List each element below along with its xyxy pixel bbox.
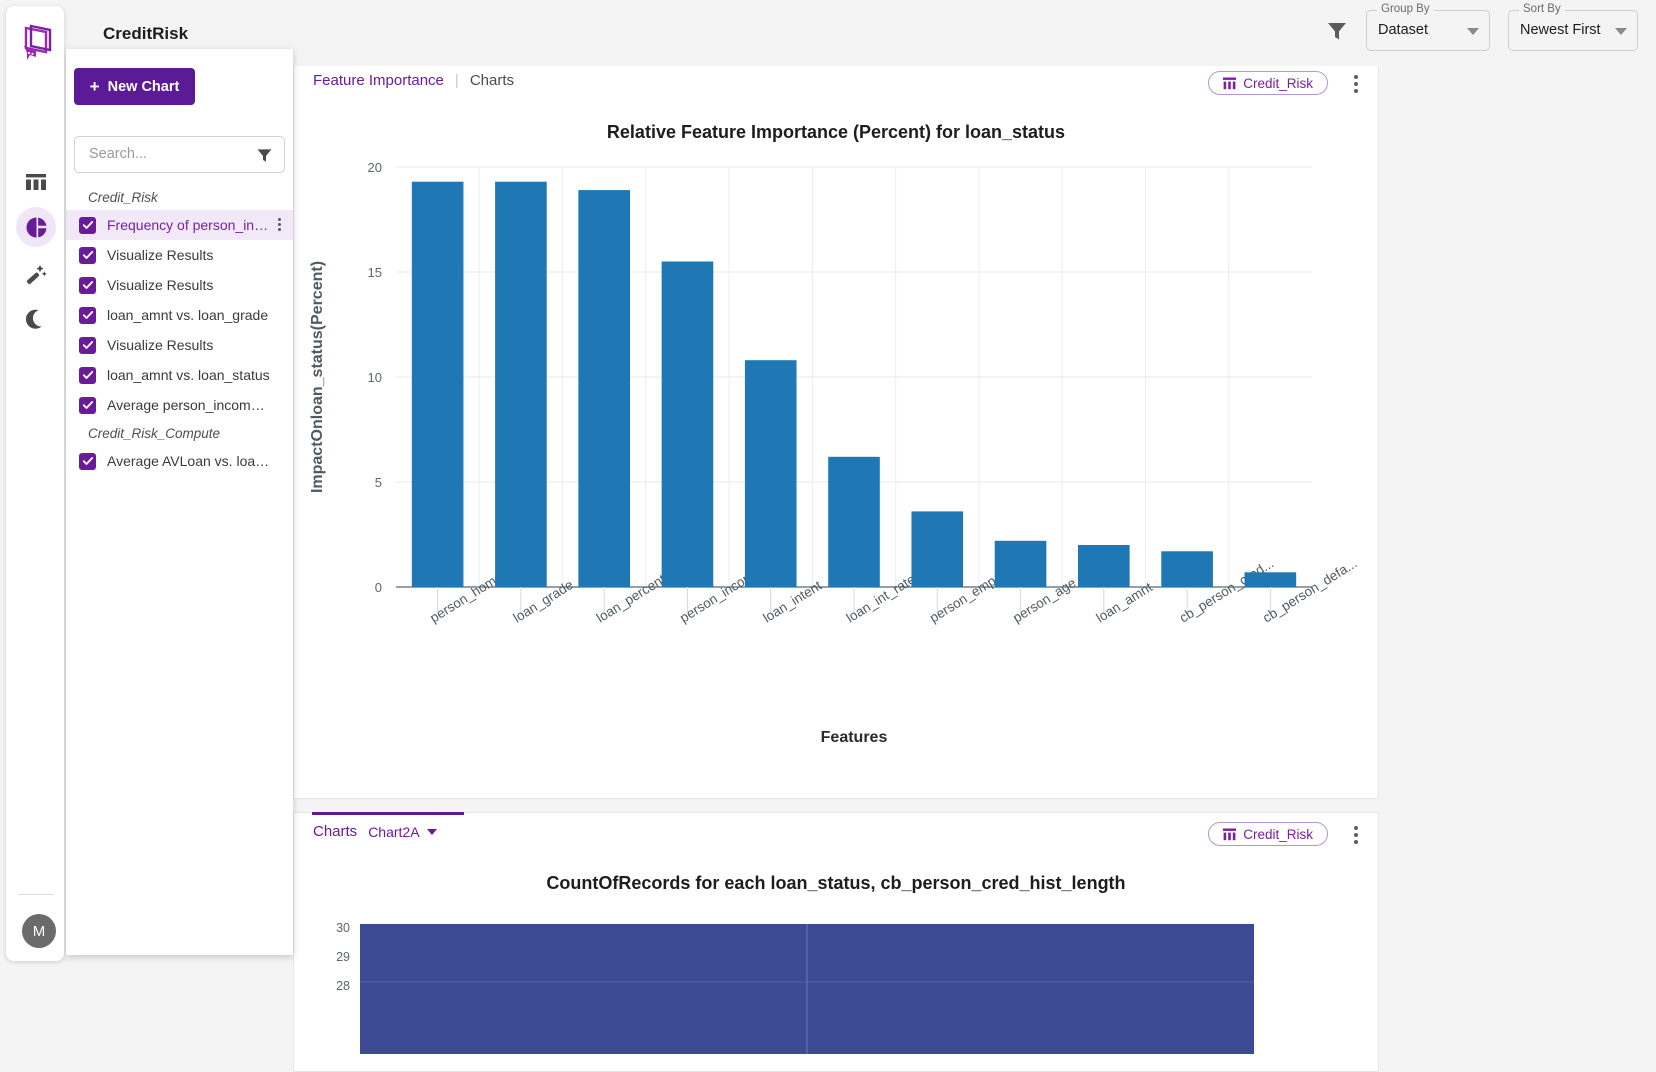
list-item-label: Visualize Results xyxy=(107,247,214,263)
dataset-pill-label: Credit_Risk xyxy=(1243,75,1313,91)
svg-text:Features: Features xyxy=(821,729,888,746)
dataset-pill[interactable]: Credit_Risk xyxy=(1208,71,1328,95)
list-item-label: loan_amnt vs. loan_grade xyxy=(107,307,269,323)
panel-menu-button[interactable] xyxy=(1354,75,1358,93)
svg-text:5: 5 xyxy=(375,475,382,490)
new-chart-button[interactable]: + New Chart xyxy=(74,68,195,105)
dataset-icon xyxy=(1223,828,1237,840)
svg-text:cb_person_defa...: cb_person_defa... xyxy=(1260,556,1360,626)
chart-group-label: Credit_Risk xyxy=(88,189,158,205)
checkbox-checked-icon[interactable] xyxy=(79,366,96,384)
funnel-icon[interactable] xyxy=(1326,20,1348,42)
chart-title: Relative Feature Importance (Percent) fo… xyxy=(606,122,1066,142)
dataset-pill-2[interactable]: Credit_Risk xyxy=(1208,822,1328,846)
list-item-label: Visualize Results xyxy=(107,337,214,353)
chart-list: Credit_Risk Frequency of person_inc... Vis… xyxy=(66,184,293,476)
list-item-label: Visualize Results xyxy=(107,277,214,293)
bar-chart-svg: 05101520person_home_o...loan_grade loan_p… xyxy=(309,160,1360,746)
dataset-pill-label-2: Credit_Risk xyxy=(1243,826,1313,842)
svg-text:28: 28 xyxy=(336,979,350,993)
page-title: CreditRisk xyxy=(103,24,189,43)
checkbox-checked-icon[interactable] xyxy=(79,246,96,264)
app-logo-icon xyxy=(17,22,55,66)
tab-separator: | xyxy=(454,72,459,89)
panel2-tabs: Charts Chart2A xyxy=(313,823,437,840)
panel2-menu-button[interactable] xyxy=(1354,826,1358,844)
topbar-controls: Group By Dataset Sort By Newest First xyxy=(1326,3,1638,51)
list-item[interactable]: Visualize Results xyxy=(66,270,293,300)
chart-group-label: Credit_Risk_Compute xyxy=(88,425,221,441)
bar-chart-2-svg: 30 29 28 xyxy=(336,921,1254,1054)
sidebar-item-table[interactable] xyxy=(16,162,56,202)
panel-header-2: Charts Chart2A Credit_Risk xyxy=(294,812,1378,859)
tab-chart2a[interactable]: Chart2A xyxy=(368,824,419,840)
sort-by-select[interactable]: Sort By Newest First xyxy=(1508,3,1638,51)
chart-title-2: CountOfRecords for each loan_status, cb_… xyxy=(546,873,1126,893)
svg-text:20: 20 xyxy=(368,160,382,175)
rail-divider xyxy=(18,894,54,895)
svg-text:10: 10 xyxy=(368,370,382,385)
sidebar-item-charts[interactable] xyxy=(16,207,56,247)
panel-chart2a: Charts Chart2A Credit_Risk CountOfRecord… xyxy=(293,812,1379,1072)
list-item-label: loan_amnt vs. loan_status xyxy=(107,367,270,383)
plus-icon: + xyxy=(89,77,100,96)
panel-tabs: Feature Importance | Charts xyxy=(313,72,514,89)
checkbox-checked-icon[interactable] xyxy=(79,336,96,354)
sort-by-label: Sort By xyxy=(1519,3,1565,15)
group-by-label: Group By xyxy=(1377,3,1434,15)
feature-importance-chart: 0 5 10 15 20 person_home_o... loan_grade loan_p… xyxy=(294,143,1378,808)
panel-header: Feature Importance | Charts Credit_Risk xyxy=(294,61,1378,108)
panel-feature-importance: Feature Importance | Charts Credit_Risk … xyxy=(293,61,1379,799)
svg-text:15: 15 xyxy=(368,265,382,280)
list-item[interactable]: Frequency of person_inc... xyxy=(66,210,293,240)
magic-wand-icon xyxy=(26,265,47,285)
list-item[interactable]: loan_amnt vs. loan_status xyxy=(66,360,293,390)
svg-text:30: 30 xyxy=(336,921,350,935)
list-item-menu-button[interactable] xyxy=(278,218,282,231)
checkbox-checked-icon[interactable] xyxy=(79,452,96,470)
chevron-down-icon xyxy=(1467,28,1479,35)
checkbox-checked-icon[interactable] xyxy=(79,306,96,324)
tab-feature-importance[interactable]: Feature Importance xyxy=(313,72,444,89)
list-item[interactable]: loan_amnt vs. loan_grade xyxy=(66,300,293,330)
left-icon-rail: M xyxy=(6,6,64,961)
tab-charts[interactable]: Charts xyxy=(470,72,514,89)
list-item-label: Average AVLoan vs. loan_grade xyxy=(107,453,271,469)
list-item-label: Average person_income vs. p... xyxy=(107,397,271,413)
svg-text:ImpactOnloan_status(Percent): ImpactOnloan_status(Percent) xyxy=(309,261,326,493)
svg-text:0: 0 xyxy=(375,580,382,595)
moon-icon xyxy=(26,309,42,329)
chart-list-flyout: + New Chart Credit_Risk Frequency of pers… xyxy=(66,49,293,955)
chevron-down-icon xyxy=(1615,28,1627,35)
checkbox-checked-icon[interactable] xyxy=(79,396,96,414)
pie-chart-icon xyxy=(26,217,46,237)
checkbox-checked-icon[interactable] xyxy=(79,216,96,234)
sidebar-item-auto-insights[interactable] xyxy=(16,254,56,294)
content-area: Credit_Risk 7 Feature Importance | Chart… xyxy=(293,49,1393,1072)
filter-icon[interactable] xyxy=(257,148,272,163)
panel2-tab-underline xyxy=(312,812,464,815)
chevron-down-icon[interactable] xyxy=(426,828,437,835)
avatar[interactable]: M xyxy=(22,914,56,948)
count-of-records-chart: 30 29 28 xyxy=(294,894,1378,1059)
group-by-select[interactable]: Group By Dataset xyxy=(1366,3,1490,51)
dataset-icon xyxy=(1223,77,1237,89)
search-box[interactable] xyxy=(74,136,285,173)
list-item[interactable]: Average AVLoan vs. loan_grade xyxy=(66,446,293,476)
group-by-value: Dataset xyxy=(1378,22,1428,38)
svg-text:29: 29 xyxy=(336,950,350,964)
new-chart-label: New Chart xyxy=(107,78,180,95)
table-icon xyxy=(26,174,46,190)
list-item[interactable]: Visualize Results xyxy=(66,330,293,360)
list-item[interactable]: Visualize Results xyxy=(66,240,293,270)
checkbox-checked-icon[interactable] xyxy=(79,276,96,294)
list-item[interactable]: Average person_income vs. p... xyxy=(66,390,293,420)
tab-charts-2[interactable]: Charts xyxy=(313,823,357,840)
sidebar-item-dark-mode[interactable] xyxy=(16,300,56,340)
list-item-label: Frequency of person_inc... xyxy=(107,217,271,233)
search-input[interactable] xyxy=(89,146,249,162)
sort-by-value: Newest First xyxy=(1520,22,1601,38)
